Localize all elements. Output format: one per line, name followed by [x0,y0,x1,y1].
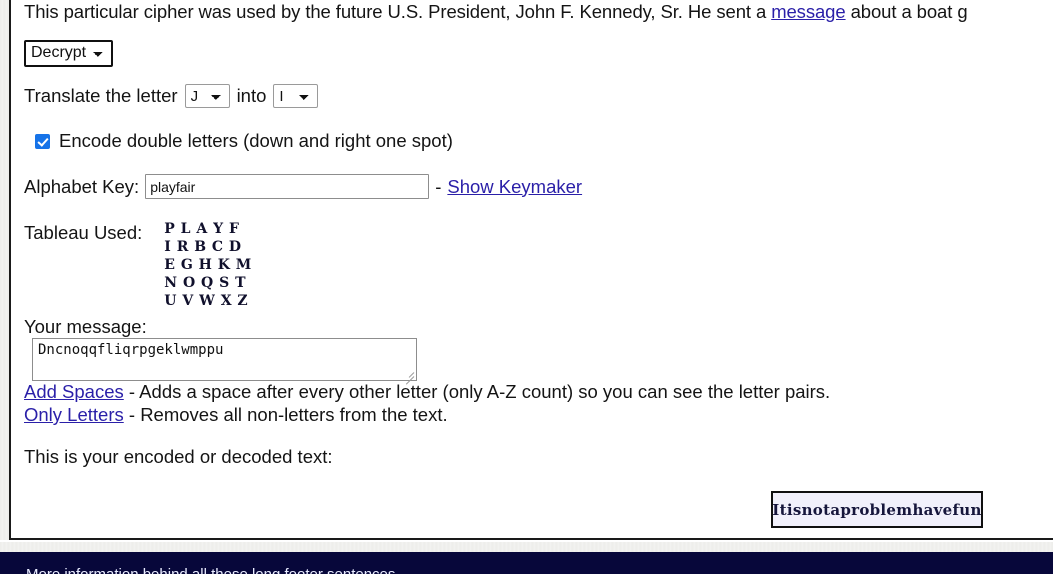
page-bottom-texture-strip [0,542,1053,552]
encode-double-letters-row: Encode double letters (down and right on… [24,130,453,152]
tableau-row: Tableau Used: P L A Y F I R B C D E G H … [24,220,252,310]
only-letters-description: - Removes all non-letters from the text. [123,404,448,425]
footer-band: More information behind all these long f… [0,552,1053,574]
tableau-grid: P L A Y F I R B C D E G H K M N O Q S T … [164,220,252,310]
result-label: This is your encoded or decoded text: [24,446,333,467]
add-spaces-description: - Adds a space after every other letter … [123,381,831,402]
message-label: Your message: [24,316,147,337]
translate-into-label: into [236,85,267,106]
only-letters-helper-row: Only Letters - Removes all non-letters f… [24,404,448,426]
tableau-row-4: U V W X Z [164,293,249,309]
tableau-row-3: N O Q S T [164,275,246,291]
tableau-label: Tableau Used: [24,222,143,243]
alphabet-key-input[interactable] [145,174,430,199]
tableau-row-1: I R B C D [164,239,242,255]
intro-suffix-text: about a boat g [845,1,968,22]
add-spaces-link[interactable]: Add Spaces [24,381,124,402]
cipher-mode-select[interactable]: Decrypt [24,40,113,67]
encode-double-letters-label: Encode double letters (down and right on… [59,130,453,151]
translate-prefix-label: Translate the letter [24,85,178,106]
tableau-row-2: E G H K M [164,257,252,273]
footer-text: More information behind all these long f… [26,566,395,574]
output-result-text: Itisnotaproblemhavefun [772,500,982,519]
key-dash-separator: - [435,175,442,197]
translate-letter-row: Translate the letter J into I [24,84,319,108]
message-link[interactable]: message [771,1,845,22]
intro-prefix-text: This particular cipher was used by the f… [24,1,772,22]
translate-to-select[interactable]: I [273,84,319,108]
add-spaces-helper-row: Add Spaces - Adds a space after every ot… [24,381,830,403]
only-letters-link[interactable]: Only Letters [24,404,124,425]
alphabet-key-label: Alphabet Key: [24,175,140,197]
mode-select-row: Decrypt [24,40,113,67]
encode-double-letters-checkbox[interactable] [35,133,50,149]
output-result-box: Itisnotaproblemhavefun [771,491,983,528]
translate-from-select[interactable]: J [184,84,230,108]
message-textarea[interactable] [32,338,417,381]
show-keymaker-link[interactable]: Show Keymaker [447,176,582,198]
intro-paragraph: This particular cipher was used by the f… [24,0,968,25]
alphabet-key-row: Alphabet Key: - Show Keymaker [24,174,582,199]
page-left-margin-texture [0,0,9,540]
content-frame: This particular cipher was used by the f… [9,0,1053,540]
tableau-row-0: P L A Y F [164,221,240,237]
